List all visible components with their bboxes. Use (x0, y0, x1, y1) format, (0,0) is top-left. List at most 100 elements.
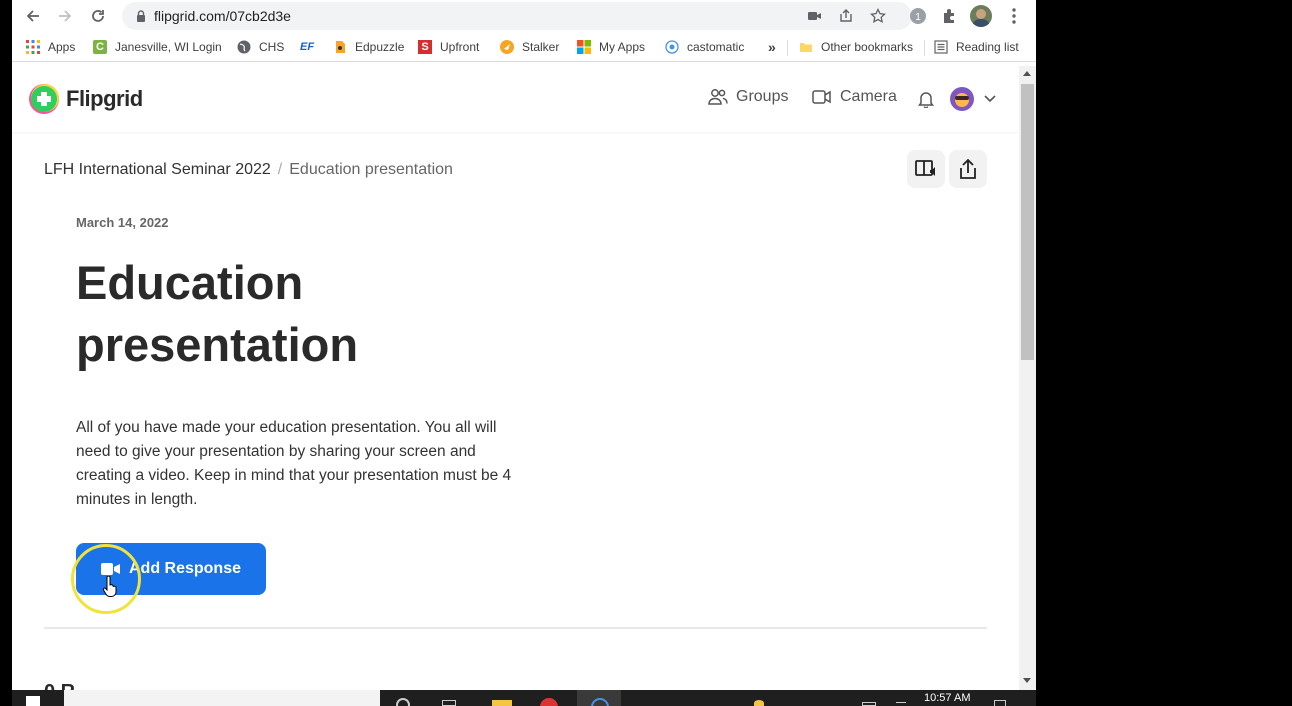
user-avatar[interactable] (950, 87, 974, 111)
topic-date: March 14, 2022 (76, 215, 169, 230)
bookmark-label: Upfront (440, 40, 480, 54)
bookmark-stalker[interactable]: Stalker (500, 38, 559, 56)
extension-circle-icon[interactable]: 1 (908, 6, 928, 26)
chrome-icon (591, 698, 609, 706)
reading-list-button[interactable]: Reading list (934, 38, 1019, 56)
breadcrumb: LFH International Seminar 2022 / Education… (44, 161, 453, 179)
bookmark-castomatic[interactable]: castomatic (665, 38, 744, 56)
bookmark-label: My Apps (599, 40, 646, 54)
immersive-reader-button[interactable] (907, 150, 945, 188)
windows-start-icon[interactable] (26, 696, 40, 706)
bookmarks-divider (924, 40, 925, 56)
taskbar-active-app[interactable] (577, 690, 621, 706)
bookmark-label: Apps (48, 40, 76, 54)
menu-kebab-icon[interactable] (1004, 6, 1024, 26)
battery-icon[interactable] (862, 702, 876, 706)
bookmark-edpuzzle[interactable]: Edpuzzle (333, 38, 404, 56)
bookmark-label: Stalker (522, 40, 560, 54)
extensions-puzzle-icon[interactable] (940, 6, 960, 26)
flipgrid-logo-icon[interactable] (28, 83, 60, 115)
breadcrumb-current: Education presentation (289, 161, 453, 178)
back-arrow-icon (26, 10, 39, 22)
stalker-icon (500, 40, 514, 54)
bookmarks-divider (787, 40, 788, 56)
address-bar[interactable]: flipgrid.com/07cb2d3e (122, 2, 912, 30)
camera-permission-icon[interactable] (806, 8, 822, 24)
svg-text:1: 1 (915, 12, 921, 23)
bookmark-chs[interactable]: CHS (237, 38, 284, 56)
scrollbar-thumb[interactable] (1021, 84, 1034, 360)
hand-pointer-icon (102, 576, 117, 597)
bookmark-label: castomatic (687, 40, 745, 54)
task-view-icon[interactable] (442, 700, 456, 706)
bookmark-apps[interactable]: Apps (26, 38, 75, 56)
upfront-icon: S (418, 40, 432, 54)
add-response-label: Add Response (128, 560, 241, 577)
microsoft-icon (577, 40, 591, 54)
screen-edge (0, 0, 12, 706)
lock-icon (137, 10, 145, 22)
bookmark-label: Other bookmarks (821, 40, 914, 54)
chevron-down-icon[interactable] (984, 94, 996, 104)
groups-label: Groups (736, 88, 789, 105)
reading-list-icon (934, 40, 948, 54)
c-green-icon: C (93, 40, 107, 54)
logo-text[interactable]: Flipgrid (66, 86, 143, 112)
ef-icon: EF (300, 41, 315, 53)
topic-title: Education presentation (76, 256, 359, 371)
castomatic-icon (665, 40, 679, 54)
breadcrumb-parent-link[interactable]: LFH International Seminar 2022 (44, 161, 271, 178)
screen: flipgrid.com/07cb2d3e 1 Apps C Janesvill… (0, 0, 1292, 706)
bookmark-label: Edpuzzle (355, 40, 405, 54)
share-upload-icon (960, 158, 976, 179)
cortana-icon[interactable] (396, 698, 410, 706)
reload-button[interactable] (87, 5, 109, 27)
apps-grid-icon (26, 40, 40, 54)
section-divider (44, 627, 987, 629)
browser-toolbar: flipgrid.com/07cb2d3e 1 (12, 0, 1036, 32)
globe-icon (237, 40, 251, 54)
bookmark-other[interactable]: Other bookmarks (799, 38, 913, 56)
forward-arrow-icon (59, 10, 72, 22)
bookmarks-overflow-button[interactable]: » (768, 38, 776, 56)
back-button[interactable] (22, 5, 44, 27)
bookmark-upfront[interactable]: S Upfront (418, 38, 479, 56)
notification-center-icon[interactable] (994, 700, 1006, 706)
bookmark-label: Janesville, WI Login (115, 40, 222, 54)
immersive-reader-icon (915, 160, 935, 176)
groups-icon (708, 89, 728, 105)
bookmark-janesville[interactable]: C Janesville, WI Login (93, 38, 222, 56)
forward-button[interactable] (54, 5, 76, 27)
camera-icon (812, 90, 831, 104)
topic-description: All of you have made your education pres… (76, 419, 512, 508)
weather-icon[interactable] (754, 700, 764, 706)
profile-avatar[interactable] (970, 5, 992, 27)
folder-icon (800, 43, 812, 52)
bookmarks-bar: Apps C Janesville, WI Login CHS EF Edpuz… (12, 32, 1036, 62)
taskbar-search-box[interactable] (64, 690, 380, 706)
overflow-chevron-icon: » (768, 39, 776, 55)
windows-taskbar: 10:57 AM (12, 690, 1036, 706)
taskbar-clock[interactable]: 10:57 AM (924, 692, 970, 704)
file-explorer-icon[interactable] (492, 700, 512, 706)
network-icon[interactable] (896, 702, 906, 706)
share-button[interactable] (949, 150, 987, 188)
scroll-down-arrow-icon[interactable] (1023, 678, 1031, 683)
bookmark-ef[interactable]: EF (300, 38, 314, 56)
page-scrollbar[interactable] (1019, 66, 1036, 690)
breadcrumb-separator: / (277, 161, 283, 178)
taskbar-app-red-icon[interactable] (540, 698, 558, 706)
flipgrid-page: Flipgrid Groups Camera LFH International (12, 66, 1019, 690)
bookmark-my-apps[interactable]: My Apps (577, 38, 645, 56)
camera-link[interactable]: Camera (812, 88, 897, 106)
edpuzzle-icon (336, 41, 345, 53)
scroll-up-arrow-icon[interactable] (1023, 71, 1031, 76)
reload-icon (92, 10, 104, 22)
groups-link[interactable]: Groups (708, 88, 788, 106)
notifications-bell-icon[interactable] (918, 90, 934, 108)
bookmark-star-icon[interactable] (870, 8, 886, 24)
camera-label: Camera (840, 88, 897, 105)
share-icon[interactable] (838, 8, 854, 24)
url-text: flipgrid.com/07cb2d3e (154, 8, 291, 24)
responses-heading: 0 R (44, 681, 75, 690)
